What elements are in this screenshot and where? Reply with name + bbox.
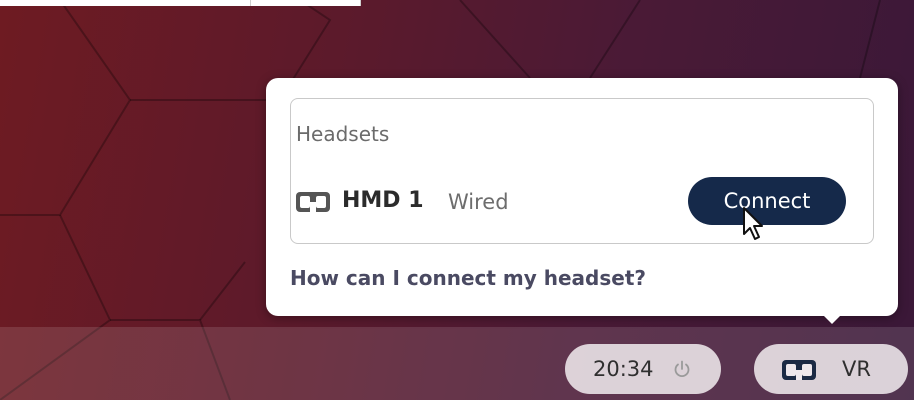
headset-name: HMD 1 [342, 188, 424, 213]
vr-headsets-popup: Headsets HMD 1 Wired Connect How can I c… [266, 78, 898, 316]
popup-pointer-arrow [822, 314, 842, 324]
vr-indicator-button[interactable]: VR [754, 344, 908, 394]
vr-indicator-label: VR [842, 357, 871, 381]
clock-indicator[interactable]: 20:34 [565, 344, 721, 394]
headsets-section-title: Headsets [296, 122, 390, 146]
window-divider [250, 0, 251, 6]
vr-headset-icon [296, 192, 330, 212]
clock-time: 20:34 [593, 357, 654, 381]
mouse-cursor-icon [743, 207, 763, 240]
power-icon [674, 360, 690, 378]
headset-connection-type: Wired [448, 190, 509, 214]
window-edge [0, 0, 361, 6]
vr-headset-icon [782, 360, 816, 380]
desktop-background: Headsets HMD 1 Wired Connect How can I c… [0, 0, 914, 400]
help-connect-headset-link[interactable]: How can I connect my headset? [290, 266, 646, 290]
